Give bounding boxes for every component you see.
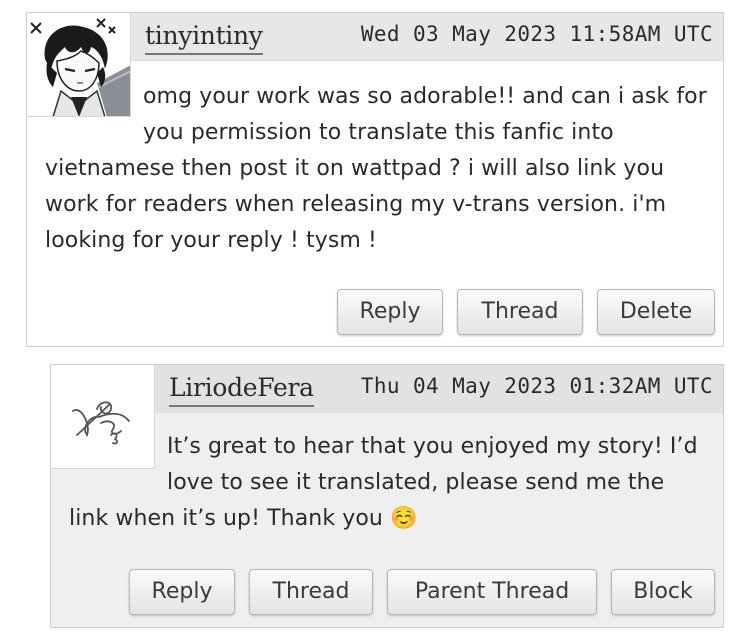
comment-actions: Reply Thread Delete — [323, 289, 715, 335]
reply-button[interactable]: Reply — [129, 569, 235, 615]
comment-header: LiriodeFera Thu 04 May 2023 01:32AM UTC — [155, 365, 723, 413]
comment-timestamp: Thu 04 May 2023 01:32AM UTC — [360, 374, 713, 398]
delete-button[interactable]: Delete — [597, 289, 715, 335]
comment-timestamp: Wed 03 May 2023 11:58AM UTC — [360, 22, 713, 46]
parent-thread-button[interactable]: Parent Thread — [387, 569, 597, 615]
comment-liriodefera: LiriodeFera Thu 04 May 2023 01:32AM UTC … — [50, 364, 724, 628]
comment-tinyintiny: tinyintiny Wed 03 May 2023 11:58AM UTC o… — [26, 12, 724, 347]
reply-button[interactable]: Reply — [337, 289, 443, 335]
comment-actions: Reply Thread Parent Thread Block — [115, 569, 715, 615]
block-button[interactable]: Block — [611, 569, 715, 615]
comment-header: tinyintiny Wed 03 May 2023 11:58AM UTC — [131, 13, 723, 61]
comment-body: omg your work was so adorable!! and can … — [45, 79, 721, 259]
comment-body: It’s great to hear that you enjoyed my s… — [69, 429, 709, 537]
thread-button[interactable]: Thread — [457, 289, 583, 335]
username-link[interactable]: tinyintiny — [145, 21, 263, 55]
comment-text: omg your work was so adorable!! and can … — [45, 84, 707, 253]
username-link[interactable]: LiriodeFera — [169, 373, 314, 407]
thread-button[interactable]: Thread — [249, 569, 373, 615]
